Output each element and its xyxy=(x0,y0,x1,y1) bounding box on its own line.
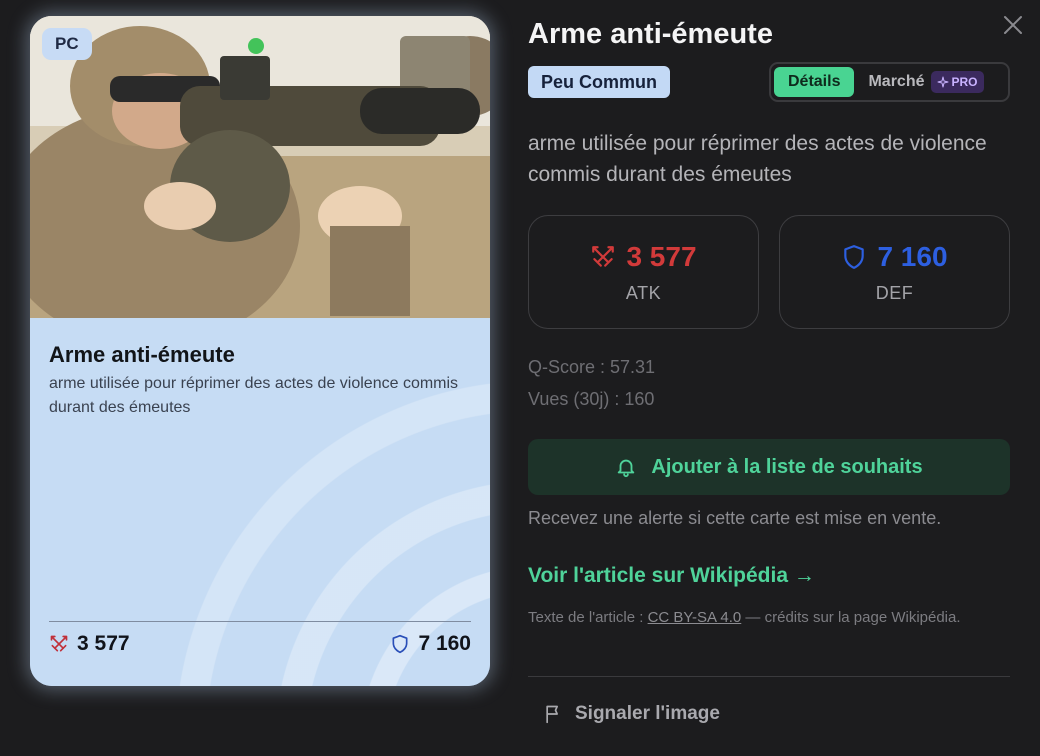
bottom-divider xyxy=(528,676,1010,677)
swords-icon xyxy=(50,635,68,652)
q-score: Q-Score : 57.31 xyxy=(528,357,656,377)
wikipedia-link[interactable]: Voir l'article sur Wikipédia → xyxy=(528,564,815,588)
pro-badge-label: PRO xyxy=(951,75,978,89)
license-text: Texte de l'article : CC BY-SA 4.0 — créd… xyxy=(528,606,968,629)
close-icon xyxy=(1004,16,1022,34)
flag-icon xyxy=(546,705,558,724)
card-atk-value: 3 577 xyxy=(77,632,130,655)
def-stat-box: 7 160 DEF xyxy=(779,215,1010,329)
views-count: Vues (30j) : 160 xyxy=(528,389,655,409)
atk-value: 3 577 xyxy=(626,240,697,272)
close-button[interactable] xyxy=(1000,12,1026,38)
atk-stat-box: 3 577 ATK xyxy=(528,215,759,329)
def-value: 7 160 xyxy=(877,240,948,272)
card-divider xyxy=(49,621,471,622)
pro-badge: PRO xyxy=(930,71,984,93)
tab-market-label: Marché xyxy=(868,73,925,90)
license-suffix: — crédits sur la page Wikipédia. xyxy=(741,609,961,626)
atk-label: ATK xyxy=(625,282,662,303)
card-chip: PC xyxy=(42,28,92,60)
card-description: arme utilisée pour réprimer des actes de… xyxy=(49,375,459,416)
card-title: Arme anti-émeute xyxy=(49,342,235,367)
add-to-wishlist-button[interactable]: Ajouter à la liste de souhaits xyxy=(528,439,1010,495)
license-link[interactable]: CC BY-SA 4.0 xyxy=(648,609,742,626)
page-title: Arme anti-émeute xyxy=(528,18,773,50)
def-label: DEF xyxy=(875,282,914,303)
card-preview: PC Arme anti-émeute arme utilisée pour r… xyxy=(30,16,490,686)
bell-icon xyxy=(618,459,635,478)
rarity-badge: Peu Commun xyxy=(528,66,671,98)
card-def: 7 160 xyxy=(390,632,471,656)
swords-icon xyxy=(592,245,615,267)
shield-icon xyxy=(392,634,408,654)
card-def-value: 7 160 xyxy=(418,632,471,655)
view-tabs: Détails Marché PRO xyxy=(769,62,1010,102)
wishlist-label: Ajouter à la liste de souhaits xyxy=(651,455,923,478)
card-image: PC xyxy=(30,16,490,318)
report-label: Signaler l'image xyxy=(575,703,720,724)
card-atk: 3 577 xyxy=(49,632,130,656)
tab-market[interactable]: Marché PRO xyxy=(860,71,984,93)
description: arme utilisée pour réprimer des actes de… xyxy=(528,132,987,186)
license-prefix: Texte de l'article : xyxy=(528,609,648,626)
shield-icon xyxy=(844,244,865,269)
sparkle-icon xyxy=(937,76,948,88)
tab-details[interactable]: Détails xyxy=(774,67,855,97)
card-body: Arme anti-émeute arme utilisée pour répr… xyxy=(30,318,490,686)
soldier-photo xyxy=(30,16,490,318)
report-image-button[interactable]: Signaler l'image xyxy=(543,703,720,725)
wishlist-help-text: Recevez une alerte si cette carte est mi… xyxy=(528,508,942,528)
